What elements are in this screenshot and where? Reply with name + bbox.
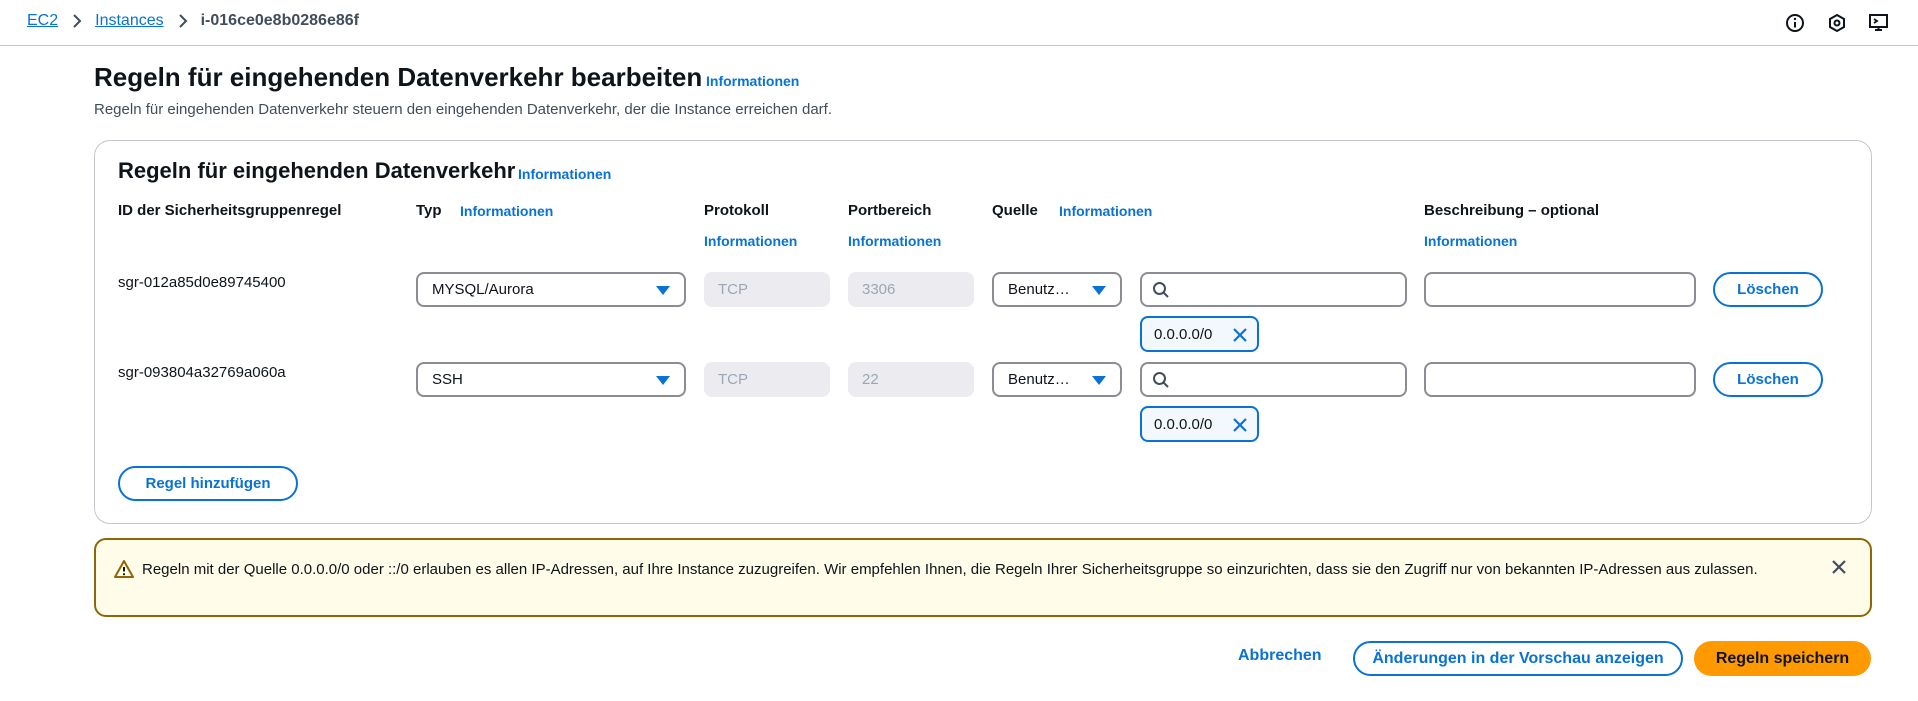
description-input[interactable] — [1424, 362, 1696, 397]
info-circle-icon[interactable] — [1784, 12, 1806, 34]
container-title: Regeln für eingehenden Datenverkehr — [118, 158, 516, 183]
source-select-value: Benutz… — [1008, 281, 1070, 298]
source-token-label: 0.0.0.0/0 — [1154, 325, 1213, 343]
port-range-info-link[interactable]: Informationen — [848, 233, 941, 249]
page-title-info-link[interactable]: Informationen — [706, 73, 799, 89]
add-rule-button[interactable]: Regel hinzufügen — [118, 466, 298, 501]
type-select[interactable]: SSH — [416, 362, 686, 397]
source-select-value: Benutz… — [1008, 371, 1070, 388]
close-icon[interactable] — [1231, 326, 1249, 344]
rule-id: sgr-093804a32769a060a — [118, 364, 286, 381]
save-rules-button[interactable]: Regeln speichern — [1694, 641, 1871, 676]
description-info-link[interactable]: Informationen — [1424, 233, 1517, 249]
chevron-right-icon — [72, 14, 82, 28]
source-search-input[interactable] — [1140, 272, 1407, 307]
column-header-description: Beschreibung – optional — [1424, 202, 1600, 219]
type-info-link[interactable]: Informationen — [460, 203, 553, 219]
rule-id: sgr-012a85d0e89745400 — [118, 274, 286, 291]
settings-hexagon-icon[interactable] — [1826, 12, 1848, 34]
container-title-info-link[interactable]: Informationen — [518, 166, 611, 182]
search-icon — [1153, 282, 1169, 298]
source-token: 0.0.0.0/0 — [1140, 406, 1259, 442]
caret-down-icon — [1092, 376, 1106, 385]
source-info-link[interactable]: Informationen — [1059, 203, 1152, 219]
breadcrumb-instances-link[interactable]: Instances — [95, 12, 163, 30]
top-utility-icons — [1784, 12, 1890, 34]
cancel-button[interactable]: Abbrechen — [1238, 647, 1322, 665]
source-select[interactable]: Benutz… — [992, 272, 1122, 307]
type-select-value: MYSQL/Aurora — [432, 281, 534, 298]
caret-down-icon — [656, 286, 670, 295]
chevron-right-icon — [178, 14, 188, 28]
warning-alert: Regeln mit der Quelle 0.0.0.0/0 oder ::/… — [94, 538, 1872, 617]
breadcrumb: EC2 Instances i-016ce0e8b0286e86f — [27, 12, 359, 30]
description-input[interactable] — [1424, 272, 1696, 307]
caret-down-icon — [656, 376, 670, 385]
source-select[interactable]: Benutz… — [992, 362, 1122, 397]
top-navigation-bar: EC2 Instances i-016ce0e8b0286e86f — [0, 0, 1918, 46]
breadcrumb-ec2-link[interactable]: EC2 — [27, 12, 58, 30]
type-select[interactable]: MYSQL/Aurora — [416, 272, 686, 307]
delete-rule-button[interactable]: Löschen — [1713, 272, 1823, 307]
port-range-field: 3306 — [848, 272, 974, 307]
preview-changes-button[interactable]: Änderungen in der Vorschau anzeigen — [1353, 641, 1683, 676]
column-header-rule-id: ID der Sicherheitsgruppenregel — [118, 202, 342, 219]
cloudshell-icon[interactable] — [1868, 12, 1890, 34]
search-icon — [1153, 372, 1169, 388]
close-icon[interactable] — [1828, 556, 1850, 578]
close-icon[interactable] — [1231, 416, 1249, 434]
column-header-type: Typ — [416, 202, 442, 219]
page-description: Regeln für eingehenden Datenverkehr steu… — [94, 101, 832, 118]
breadcrumb-current-instance: i-016ce0e8b0286e86f — [200, 12, 359, 29]
delete-rule-button[interactable]: Löschen — [1713, 362, 1823, 397]
protocol-info-link[interactable]: Informationen — [704, 233, 797, 249]
source-token-label: 0.0.0.0/0 — [1154, 415, 1213, 433]
inbound-rules-container: Regeln für eingehenden Datenverkehr Info… — [94, 140, 1872, 524]
caret-down-icon — [1092, 286, 1106, 295]
source-search-input[interactable] — [1140, 362, 1407, 397]
port-range-field: 22 — [848, 362, 974, 397]
warning-icon — [114, 560, 134, 578]
column-header-port-range: Portbereich — [848, 202, 932, 219]
type-select-value: SSH — [432, 371, 463, 388]
protocol-field: TCP — [704, 272, 830, 307]
warning-text: Regeln mit der Quelle 0.0.0.0/0 oder ::/… — [142, 561, 1758, 578]
protocol-field: TCP — [704, 362, 830, 397]
column-header-protocol: Protokoll — [704, 202, 770, 219]
source-token: 0.0.0.0/0 — [1140, 316, 1259, 352]
column-header-source: Quelle — [992, 202, 1038, 219]
page-title: Regeln für eingehenden Datenverkehr bear… — [94, 62, 703, 92]
